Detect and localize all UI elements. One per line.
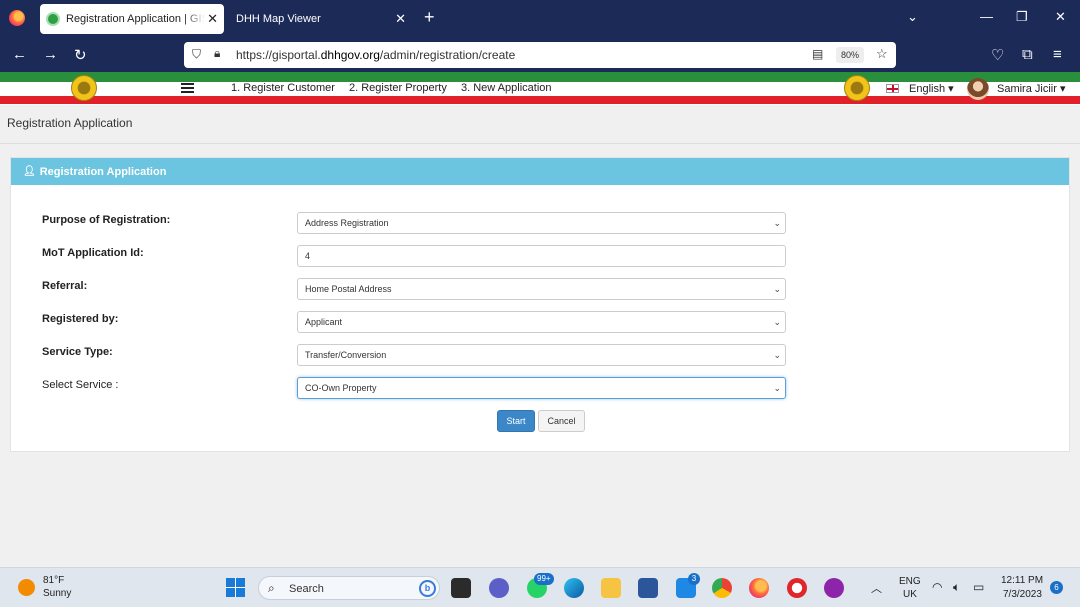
lock-icon[interactable]: 🔒︎ bbox=[214, 46, 220, 61]
folder-icon[interactable] bbox=[601, 578, 621, 598]
bing-icon[interactable]: b bbox=[419, 580, 436, 597]
select-service-select[interactable]: CO-Own Property ⌄ bbox=[297, 377, 786, 399]
restore-icon[interactable]: ❐ bbox=[1016, 9, 1028, 25]
whatsapp-badge: 99+ bbox=[534, 573, 554, 585]
purpose-label: Purpose of Registration: bbox=[42, 214, 171, 226]
close-window-icon[interactable]: ✕ bbox=[1055, 9, 1066, 25]
edge-icon[interactable] bbox=[564, 578, 584, 598]
extensions-icon[interactable]: ⧉ bbox=[1022, 46, 1033, 63]
windows-taskbar: 81°F Sunny ⌕ Search b 99+ 3 ︿ ENG UK ◠ 🔈… bbox=[0, 567, 1080, 607]
site-header: 1. Register Customer 2. Register Propert… bbox=[0, 72, 1080, 105]
minimize-icon[interactable]: — bbox=[980, 9, 993, 24]
close-tab-icon[interactable]: ✕ bbox=[395, 11, 406, 27]
service-type-label: Service Type: bbox=[42, 346, 113, 358]
chevron-up-icon[interactable]: ︿ bbox=[871, 580, 882, 596]
bookmark-star-icon[interactable]: ☆ bbox=[876, 46, 888, 62]
new-tab-button[interactable]: + bbox=[424, 7, 435, 28]
purpose-select[interactable]: Address Registration ⌄ bbox=[297, 212, 786, 234]
chrome-icon[interactable] bbox=[712, 578, 732, 598]
reload-icon[interactable]: ↻ bbox=[74, 46, 87, 64]
app-menu-icon[interactable]: ≡ bbox=[1053, 46, 1062, 63]
flag-stripe-green bbox=[0, 72, 1080, 82]
registered-by-label: Registered by: bbox=[42, 313, 119, 325]
browser-tab-strip: Registration Application | GIS Portal ✕ … bbox=[0, 0, 1080, 37]
opera-icon[interactable] bbox=[787, 578, 807, 598]
government-emblem-logo[interactable] bbox=[71, 75, 97, 101]
referral-label: Referral: bbox=[42, 280, 88, 292]
language-selector[interactable]: English ▾ bbox=[909, 82, 954, 95]
clock-date[interactable]: 7/3/2023 bbox=[1003, 589, 1042, 600]
select-service-label: Select Service : bbox=[42, 379, 119, 391]
mail-badge: 3 bbox=[688, 573, 700, 585]
service-type-select[interactable]: Transfer/Conversion ⌄ bbox=[297, 344, 786, 366]
site-favicon-icon bbox=[46, 12, 60, 26]
notification-badge[interactable]: 6 bbox=[1050, 581, 1063, 594]
tab-title: DHH Map Viewer bbox=[236, 13, 321, 25]
input-region[interactable]: UK bbox=[903, 589, 917, 600]
divider bbox=[0, 143, 1080, 144]
user-menu[interactable]: Samira Jiciir ▾ bbox=[997, 82, 1065, 95]
start-button[interactable]: Start bbox=[497, 410, 535, 432]
url-text[interactable]: https://gisportal.dhhgov.org/admin/regis… bbox=[236, 48, 515, 62]
app-icon[interactable] bbox=[824, 578, 844, 598]
taskbar-search[interactable]: ⌕ Search b bbox=[258, 576, 440, 600]
zoom-level[interactable]: 80% bbox=[836, 47, 865, 63]
weather-condition[interactable]: Sunny bbox=[43, 588, 71, 599]
volume-icon[interactable]: 🔈︎ bbox=[953, 580, 960, 595]
tab-registration-application[interactable]: Registration Application | GIS Portal ✕ bbox=[40, 4, 224, 34]
firefox-icon[interactable] bbox=[9, 10, 25, 26]
panel-header: 👤︎ Registration Application bbox=[11, 158, 1069, 185]
teams-icon[interactable] bbox=[489, 578, 509, 598]
chevron-down-icon: ⌄ bbox=[773, 284, 781, 294]
word-icon[interactable] bbox=[638, 578, 658, 598]
chevron-down-icon: ⌄ bbox=[773, 218, 781, 228]
mot-application-id-input[interactable]: 4 bbox=[297, 245, 786, 267]
address-bar[interactable]: ⛉ 🔒︎ https://gisportal.dhhgov.org/admin/… bbox=[184, 42, 896, 68]
file-explorer-dark-icon[interactable] bbox=[451, 578, 471, 598]
hamburger-menu-icon[interactable] bbox=[181, 83, 194, 93]
page-title: Registration Application bbox=[7, 116, 133, 130]
clock-time[interactable]: 12:11 PM bbox=[1001, 575, 1043, 586]
nav-register-property[interactable]: 2. Register Property bbox=[349, 82, 447, 94]
tab-dhh-map-viewer[interactable]: DHH Map Viewer ✕ bbox=[228, 4, 414, 34]
panel-title: Registration Application bbox=[39, 165, 167, 178]
search-label: Search bbox=[289, 583, 324, 595]
firefox-taskbar-icon[interactable] bbox=[749, 578, 769, 598]
mot-application-id-label: MoT Application Id: bbox=[42, 247, 144, 259]
windows-start-icon[interactable] bbox=[226, 578, 245, 597]
chevron-down-icon: ⌄ bbox=[773, 317, 781, 327]
government-emblem-logo bbox=[844, 75, 870, 101]
nav-register-customer[interactable]: 1. Register Customer bbox=[231, 82, 335, 94]
nav-new-application[interactable]: 3. New Application bbox=[461, 82, 552, 94]
wifi-icon[interactable]: ◠ bbox=[932, 580, 942, 594]
input-language[interactable]: ENG bbox=[899, 576, 921, 587]
chevron-down-icon: ⌄ bbox=[773, 350, 781, 360]
flag-stripe-red bbox=[0, 96, 1080, 104]
search-icon: ⌕ bbox=[268, 581, 275, 595]
weather-temperature[interactable]: 81°F bbox=[43, 575, 64, 586]
user-icon: 👤︎ bbox=[23, 166, 36, 177]
tab-list-chevron-icon[interactable]: ⌄ bbox=[907, 9, 918, 25]
forward-icon[interactable]: → bbox=[43, 46, 58, 63]
pocket-icon[interactable]: ♡ bbox=[991, 46, 1004, 64]
cancel-button[interactable]: Cancel bbox=[538, 410, 585, 432]
avatar[interactable] bbox=[967, 78, 989, 100]
chevron-down-icon: ⌄ bbox=[773, 383, 781, 393]
sun-icon[interactable] bbox=[18, 579, 35, 596]
reader-view-icon[interactable]: ▤ bbox=[812, 47, 823, 61]
uk-flag-icon bbox=[886, 84, 899, 93]
battery-icon[interactable]: ▭ bbox=[973, 580, 984, 594]
back-icon[interactable]: ← bbox=[12, 46, 27, 63]
registration-panel: 👤︎ Registration Application Purpose of R… bbox=[10, 157, 1070, 452]
tracking-protection-icon[interactable]: ⛉ bbox=[192, 47, 201, 62]
registered-by-select[interactable]: Applicant ⌄ bbox=[297, 311, 786, 333]
close-tab-icon[interactable]: ✕ bbox=[207, 11, 218, 27]
tab-title: Registration Application | GIS Portal bbox=[66, 13, 205, 25]
referral-select[interactable]: Home Postal Address ⌄ bbox=[297, 278, 786, 300]
